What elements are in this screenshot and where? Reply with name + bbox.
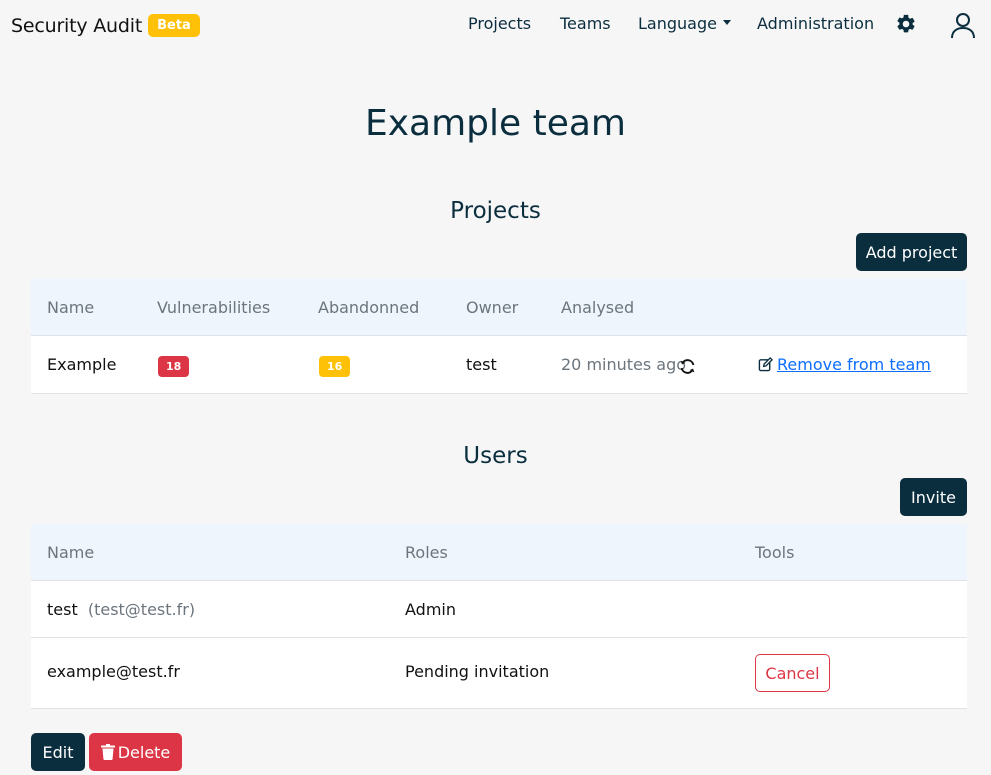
delete-button[interactable]: Delete [89,733,182,771]
projects-section-title: Projects [450,198,541,224]
project-name[interactable]: Example [47,355,116,374]
users-section-title: Users [463,443,528,469]
user-name: test (test@test.fr) [47,600,195,619]
table-row: example@test.fr Pending invitation Cance… [31,638,967,709]
user-name-text: test [47,600,78,619]
projects-table: Name Vulnerabilities Abandonned Owner An… [31,279,967,394]
caret-down-icon [722,20,731,25]
user-icon[interactable] [949,11,977,39]
page-title: Example team [364,103,627,144]
trash-icon [100,744,115,760]
gear-icon[interactable] [895,13,917,35]
user-role: Admin [405,600,456,619]
nav-language-label: Language [638,14,717,33]
col-roles: Roles [405,543,448,562]
nav-teams[interactable]: Teams [560,14,611,33]
brand-name: Security Audit [11,14,143,37]
col-tools: Tools [755,543,795,562]
col-name: Name [47,543,95,562]
table-row: Example 18 16 test 20 minutes ago Remove… [31,336,967,394]
col-analysed: Analysed [561,298,635,317]
project-owner: test [466,355,497,374]
col-vulnerabilities: Vulnerabilities [157,298,271,317]
nav-administration[interactable]: Administration [757,14,874,33]
user-role: Pending invitation [405,662,550,681]
col-owner: Owner [466,298,519,317]
edit-icon [758,357,773,372]
edit-button[interactable]: Edit [31,733,85,771]
brand[interactable]: Security Audit Beta [11,14,200,37]
projects-table-header: Name Vulnerabilities Abandonned Owner An… [31,279,967,336]
add-project-button[interactable]: Add project [856,233,967,271]
analysed-time: 20 minutes ago [561,355,687,374]
navbar: Security Audit Beta Projects Teams Langu… [0,0,991,52]
users-table-header: Name Roles Tools [31,524,967,581]
table-row: test (test@test.fr) Admin [31,581,967,638]
user-email: (test@test.fr) [87,600,196,619]
abandoned-badge: 16 [319,356,351,377]
col-abandoned: Abandonned [318,298,420,317]
user-name: example@test.fr [47,662,180,681]
beta-badge: Beta [148,14,200,37]
cancel-invitation-button[interactable]: Cancel [755,654,830,692]
remove-from-team-label: Remove from team [777,355,931,374]
refresh-icon[interactable] [679,358,696,375]
vulnerabilities-badge: 18 [158,356,190,377]
invite-button[interactable]: Invite [900,478,967,516]
nav-projects[interactable]: Projects [468,14,531,33]
col-name: Name [47,298,95,317]
users-table: Name Roles Tools test (test@test.fr) Adm… [31,524,967,709]
nav-language-dropdown[interactable]: Language [638,14,731,33]
remove-from-team-link[interactable]: Remove from team [758,355,931,374]
delete-label: Delete [117,742,171,762]
